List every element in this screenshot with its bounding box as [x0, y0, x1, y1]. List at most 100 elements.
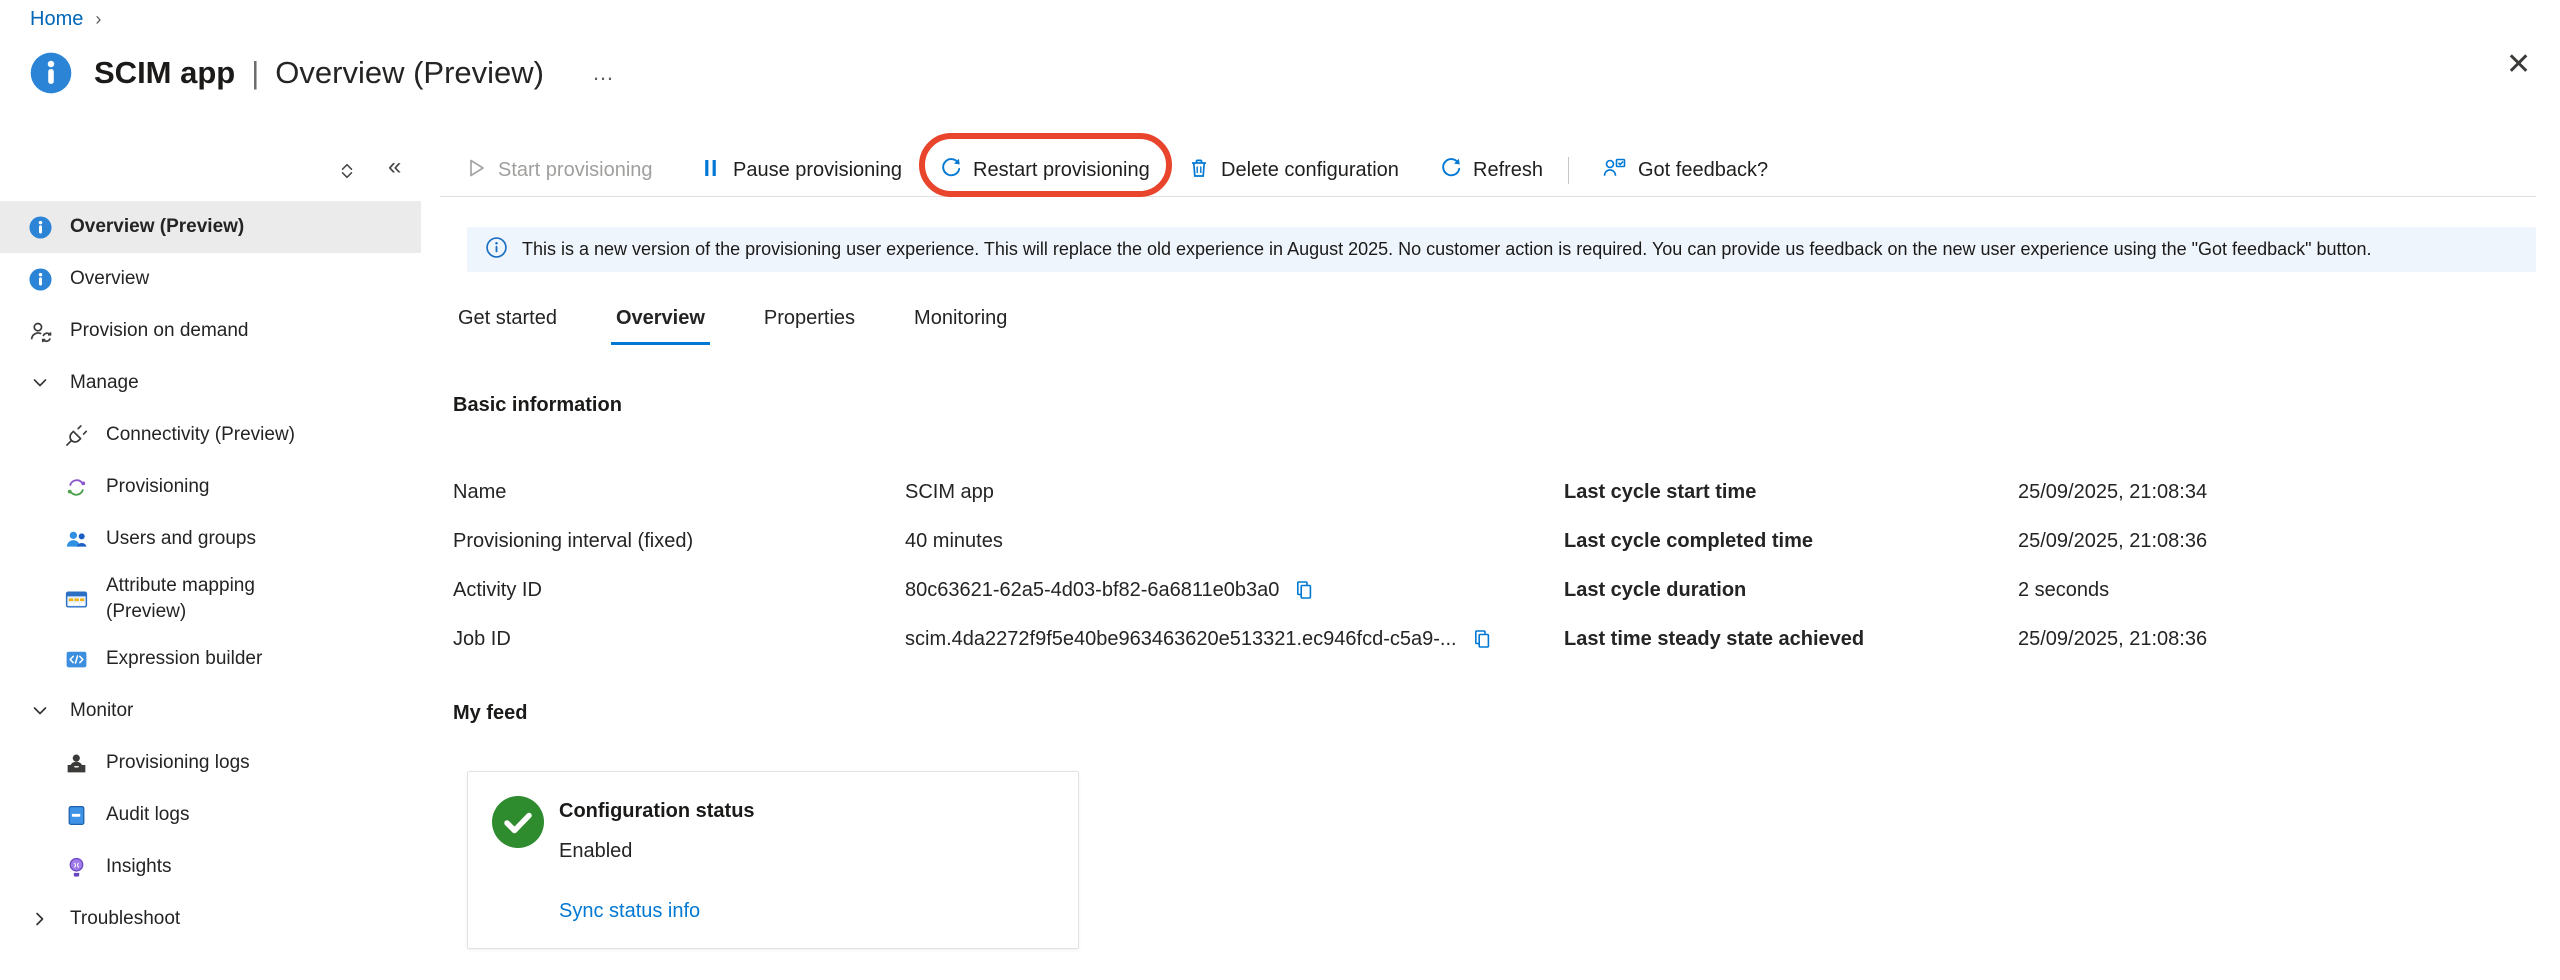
app-name: SCIM app	[94, 55, 235, 91]
users-and-groups-icon	[63, 526, 89, 552]
sidebar-group-monitor[interactable]: Monitor	[0, 685, 421, 737]
sidebar-group-troubleshoot[interactable]: Troubleshoot	[0, 893, 421, 945]
resource-menu: Overview (Preview) Overview Provision on…	[0, 201, 421, 945]
refresh-button[interactable]: Refresh	[1440, 144, 1543, 197]
job-id-value: scim.4da2272f9f5e40be963463620e513321.ec…	[905, 628, 1457, 651]
provision-on-demand-icon	[27, 318, 53, 344]
audit-logs-icon	[63, 802, 89, 828]
sidebar-item-label: Provisioning logs	[106, 752, 250, 774]
field-value-steady-state: 25/09/2025, 21:08:36	[2018, 624, 2207, 654]
copy-icon[interactable]	[1471, 628, 1493, 650]
delete-configuration-label: Delete configuration	[1221, 159, 1399, 182]
restart-provisioning-button[interactable]: Restart provisioning	[940, 144, 1150, 197]
connectivity-plug-icon	[63, 422, 89, 448]
chevron-right-icon	[27, 906, 53, 932]
refresh-icon	[1440, 157, 1462, 185]
sidebar-item-expression-builder[interactable]: Expression builder	[0, 633, 421, 685]
sidebar-item-label: Provision on demand	[70, 320, 249, 342]
card-title: Configuration status	[559, 800, 755, 823]
sidebar-item-audit-logs[interactable]: Audit logs	[0, 789, 421, 841]
sidebar-item-overview[interactable]: Overview	[0, 253, 421, 305]
start-provisioning-label: Start provisioning	[498, 159, 653, 182]
sidebar-group-manage[interactable]: Manage	[0, 357, 421, 409]
field-value-job-id: scim.4da2272f9f5e40be963463620e513321.ec…	[905, 624, 1493, 654]
sidebar-item-label: Insights	[106, 856, 171, 878]
title-separator: |	[251, 55, 259, 91]
sidebar-item-label: Attribute mapping (Preview)	[106, 573, 291, 624]
sidebar-item-label: Overview (Preview)	[70, 216, 244, 238]
tab-get-started[interactable]: Get started	[453, 295, 562, 345]
page-title: SCIM app | Overview (Preview)	[94, 55, 544, 91]
sidebar-item-connectivity[interactable]: Connectivity (Preview)	[0, 409, 421, 461]
sidebar-group-label: Troubleshoot	[70, 908, 180, 930]
pause-provisioning-button[interactable]: Pause provisioning	[700, 144, 902, 197]
field-value-name: SCIM app	[905, 477, 994, 507]
sidebar-item-label: Provisioning	[106, 476, 210, 498]
banner-text: This is a new version of the provisionin…	[522, 239, 2372, 260]
field-label-job-id: Job ID	[453, 624, 511, 654]
field-value-interval: 40 minutes	[905, 526, 1003, 556]
card-status: Enabled	[559, 840, 632, 863]
info-icon	[27, 266, 53, 292]
tab-monitoring[interactable]: Monitoring	[909, 295, 1012, 345]
pause-icon	[700, 157, 722, 185]
sidebar-item-provision-on-demand[interactable]: Provision on demand	[0, 305, 421, 357]
field-label-activity-id: Activity ID	[453, 575, 542, 605]
field-label-last-cycle-duration: Last cycle duration	[1564, 575, 1746, 605]
tab-overview[interactable]: Overview	[611, 295, 710, 345]
command-bar: Start provisioning Pause provisioning Re…	[0, 144, 2560, 197]
more-options-icon[interactable]: …	[592, 60, 616, 86]
start-provisioning-button[interactable]: Start provisioning	[465, 144, 653, 197]
sync-status-info-link[interactable]: Sync status info	[559, 900, 700, 923]
field-value-activity-id: 80c63621-62a5-4d03-bf82-6a6811e0b3a0	[905, 575, 1315, 605]
expression-builder-icon	[63, 646, 89, 672]
sidebar-item-overview-preview[interactable]: Overview (Preview)	[0, 201, 421, 253]
chevron-down-icon	[27, 698, 53, 724]
sidebar-item-provisioning-logs[interactable]: Provisioning logs	[0, 737, 421, 789]
copy-icon[interactable]	[1293, 579, 1315, 601]
app-info-icon	[28, 50, 74, 96]
delete-configuration-button[interactable]: Delete configuration	[1188, 144, 1399, 197]
sidebar-item-provisioning[interactable]: Provisioning	[0, 461, 421, 513]
restart-provisioning-label: Restart provisioning	[973, 159, 1150, 182]
sidebar-item-insights[interactable]: Insights	[0, 841, 421, 893]
toolbar-rule	[440, 196, 2536, 197]
field-value-last-cycle-duration: 2 seconds	[2018, 575, 2109, 605]
activity-id-value: 80c63621-62a5-4d03-bf82-6a6811e0b3a0	[905, 579, 1279, 602]
page-header: SCIM app | Overview (Preview) …	[28, 50, 616, 96]
sidebar-group-label: Manage	[70, 372, 139, 394]
breadcrumb-home-link[interactable]: Home	[30, 8, 83, 31]
sidebar-item-label: Connectivity (Preview)	[106, 424, 295, 446]
got-feedback-button[interactable]: Got feedback?	[1602, 144, 1768, 197]
provisioning-overview-page: Home › SCIM app | Overview (Preview) … ✕…	[0, 0, 2560, 980]
configuration-status-card: Configuration status Enabled Sync status…	[467, 771, 1079, 949]
page-name: Overview (Preview)	[275, 55, 544, 91]
got-feedback-label: Got feedback?	[1638, 159, 1768, 182]
banner-info-icon	[485, 236, 508, 264]
provisioning-sync-icon	[63, 474, 89, 500]
breadcrumb-chevron-icon: ›	[95, 9, 101, 30]
close-icon[interactable]: ✕	[2506, 50, 2531, 80]
refresh-label: Refresh	[1473, 159, 1543, 182]
basic-information-heading: Basic information	[453, 394, 622, 417]
attribute-mapping-table-icon	[63, 586, 89, 612]
sidebar-item-label: Audit logs	[106, 804, 189, 826]
field-value-last-cycle-start: 25/09/2025, 21:08:34	[2018, 477, 2207, 507]
sidebar-group-label: Monitor	[70, 700, 133, 722]
pause-provisioning-label: Pause provisioning	[733, 159, 902, 182]
sidebar-item-label: Expression builder	[106, 648, 262, 670]
breadcrumb: Home ›	[30, 8, 101, 31]
sidebar-item-attribute-mapping[interactable]: Attribute mapping (Preview)	[0, 565, 421, 633]
field-label-steady-state: Last time steady state achieved	[1564, 624, 1864, 654]
sidebar-item-users-and-groups[interactable]: Users and groups	[0, 513, 421, 565]
info-banner: This is a new version of the provisionin…	[467, 227, 2536, 272]
tab-bar: Get started Overview Properties Monitori…	[453, 295, 1012, 345]
tab-properties[interactable]: Properties	[759, 295, 860, 345]
sidebar-item-label: Overview	[70, 268, 149, 290]
trash-icon	[1188, 157, 1210, 185]
restart-icon	[940, 157, 962, 185]
field-label-interval: Provisioning interval (fixed)	[453, 526, 693, 556]
field-label-name: Name	[453, 477, 506, 507]
info-icon	[27, 214, 53, 240]
field-label-last-cycle-start: Last cycle start time	[1564, 477, 1756, 507]
